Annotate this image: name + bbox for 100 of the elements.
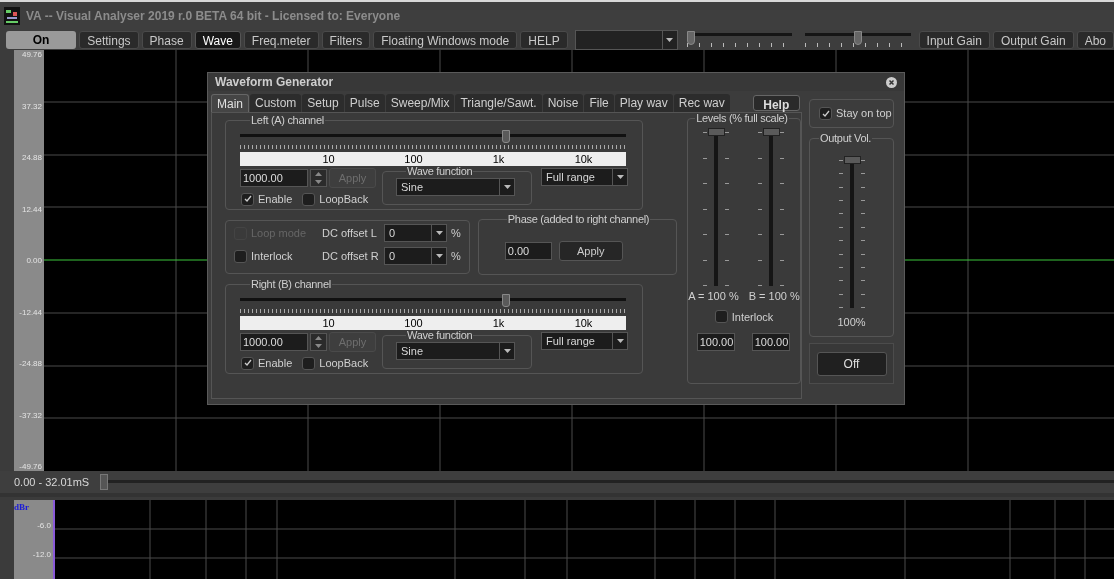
apply-button[interactable]: Apply (558, 241, 623, 261)
gain-slider[interactable] (805, 31, 911, 49)
scale-label: 100 (403, 152, 424, 166)
scale-label: 10 (321, 316, 336, 330)
axis-label: -12.0 (32, 550, 51, 559)
tab[interactable]: Pulse (344, 94, 385, 112)
axis-label: -49.76 (19, 462, 42, 471)
help-button[interactable]: Help (752, 95, 800, 111)
tab[interactable]: Main (211, 94, 249, 112)
tab[interactable]: Rec wav (673, 94, 730, 112)
caret-icon (435, 231, 443, 235)
group-title: Phase (added to right channel) (506, 213, 651, 225)
axis-label: 49.76 (21, 50, 42, 59)
axis-label: 12.44 (21, 204, 42, 214)
slider-thumb[interactable] (708, 128, 726, 136)
toolbar-button[interactable]: Settings (79, 31, 139, 49)
tab[interactable]: Play wav (614, 94, 673, 112)
toolbar-button[interactable]: Floating Windows mode (373, 31, 518, 49)
axis-label: -12.44 (19, 307, 42, 317)
checkbox[interactable] (302, 192, 316, 206)
toolbar-button[interactable]: Wave (194, 31, 241, 49)
unit-label: % (451, 248, 461, 264)
checkmark-icon (243, 195, 252, 204)
toolbar-button[interactable]: Abo (1076, 31, 1114, 49)
dc-offset-label: DC offset L (322, 225, 378, 241)
slider-thumb[interactable] (100, 474, 108, 490)
enable-label: Enable (258, 192, 293, 207)
level-slider[interactable] (701, 128, 732, 286)
power-button[interactable]: On (6, 31, 77, 49)
stay-on-top-label: Stay on top (836, 106, 892, 122)
level-field[interactable]: 100.00 (697, 333, 736, 351)
off-button[interactable]: Off (816, 351, 887, 376)
checkbox[interactable] (241, 356, 254, 370)
checkmark-icon (243, 359, 252, 368)
caret-icon (616, 175, 624, 179)
spin-button[interactable] (310, 333, 327, 351)
caret-icon (503, 349, 511, 353)
toolbar-button[interactable]: Filters (321, 31, 371, 49)
slider-thumb[interactable] (502, 294, 511, 307)
checkbox[interactable] (241, 192, 254, 206)
spin-button[interactable] (310, 169, 327, 187)
volume-slider[interactable] (836, 156, 867, 308)
unit-label: % (451, 225, 461, 241)
checkbox[interactable] (302, 356, 316, 370)
toolbar-button[interactable]: HELP (520, 31, 568, 49)
group-title: Levels (% full scale) (695, 112, 789, 124)
slider-thumb[interactable] (686, 31, 695, 45)
group-title: Left (A) channel (250, 114, 325, 126)
tab[interactable]: Triangle/Sawt. (455, 94, 542, 112)
level-reading: A = 100 % (688, 289, 739, 304)
tab[interactable]: Noise (542, 94, 584, 112)
wave-function-select[interactable]: Sine (396, 342, 515, 360)
checkbox[interactable] (819, 107, 832, 120)
dc-offset-select[interactable]: 0 (384, 224, 447, 242)
time-slider[interactable] (100, 474, 1114, 490)
axis-label: -37.32 (19, 410, 42, 420)
slider-thumb[interactable] (843, 156, 861, 164)
group-title: Output Vol. (819, 132, 873, 144)
gain-slider[interactable] (686, 31, 793, 49)
slider-thumb[interactable] (763, 128, 781, 136)
range-select[interactable]: Full range (541, 168, 628, 186)
checkmark-icon (821, 109, 830, 118)
axis-label: 24.88 (21, 153, 42, 162)
axis-label: -6.0 (37, 521, 51, 530)
dc-offset-select[interactable]: 0 (384, 247, 447, 265)
level-field[interactable]: 100.00 (752, 333, 791, 351)
scale-label: 10k (573, 152, 594, 166)
scale-label: 100 (403, 316, 424, 330)
tab[interactable]: Sweep/Mix (385, 94, 455, 112)
wave-function-select[interactable]: Sine (396, 178, 515, 196)
toolbar-button[interactable]: Phase (141, 31, 192, 49)
checkbox[interactable] (234, 249, 247, 263)
caret-icon (666, 38, 674, 42)
frequency-field[interactable]: 1000.00 (240, 169, 308, 187)
frequency-slider[interactable] (240, 130, 626, 141)
toolbar-button[interactable]: Input Gain (918, 31, 990, 49)
tab[interactable]: File (584, 94, 614, 112)
slider-thumb[interactable] (853, 31, 862, 45)
phase-field[interactable]: 0.00 (504, 242, 552, 260)
frequency-field[interactable]: 1000.00 (240, 333, 308, 351)
tab[interactable]: Setup (302, 94, 344, 112)
loopback-label: LoopBack (319, 192, 369, 207)
toolbar-button[interactable]: Output Gain (992, 31, 1074, 49)
toolbar-button[interactable]: Freq.meter (243, 31, 319, 49)
scale-label: 1k (491, 316, 506, 330)
tab[interactable]: Custom (250, 94, 302, 112)
level-slider[interactable] (756, 128, 787, 286)
level-reading: B = 100 % (748, 289, 800, 304)
slider-thumb[interactable] (502, 130, 511, 143)
checkbox[interactable] (714, 310, 728, 324)
interlock-label: Interlock (731, 309, 774, 325)
up-arrow-icon (315, 336, 322, 340)
group-title: Right (B) channel (250, 278, 332, 290)
loopback-label: LoopBack (319, 356, 369, 371)
volume-reading: 100% (837, 315, 866, 330)
toolbar-dropdown[interactable] (574, 30, 678, 50)
close-icon[interactable] (886, 76, 897, 88)
unit-label: dBr (14, 501, 29, 514)
range-select[interactable]: Full range (541, 332, 628, 350)
frequency-slider[interactable] (240, 294, 626, 305)
